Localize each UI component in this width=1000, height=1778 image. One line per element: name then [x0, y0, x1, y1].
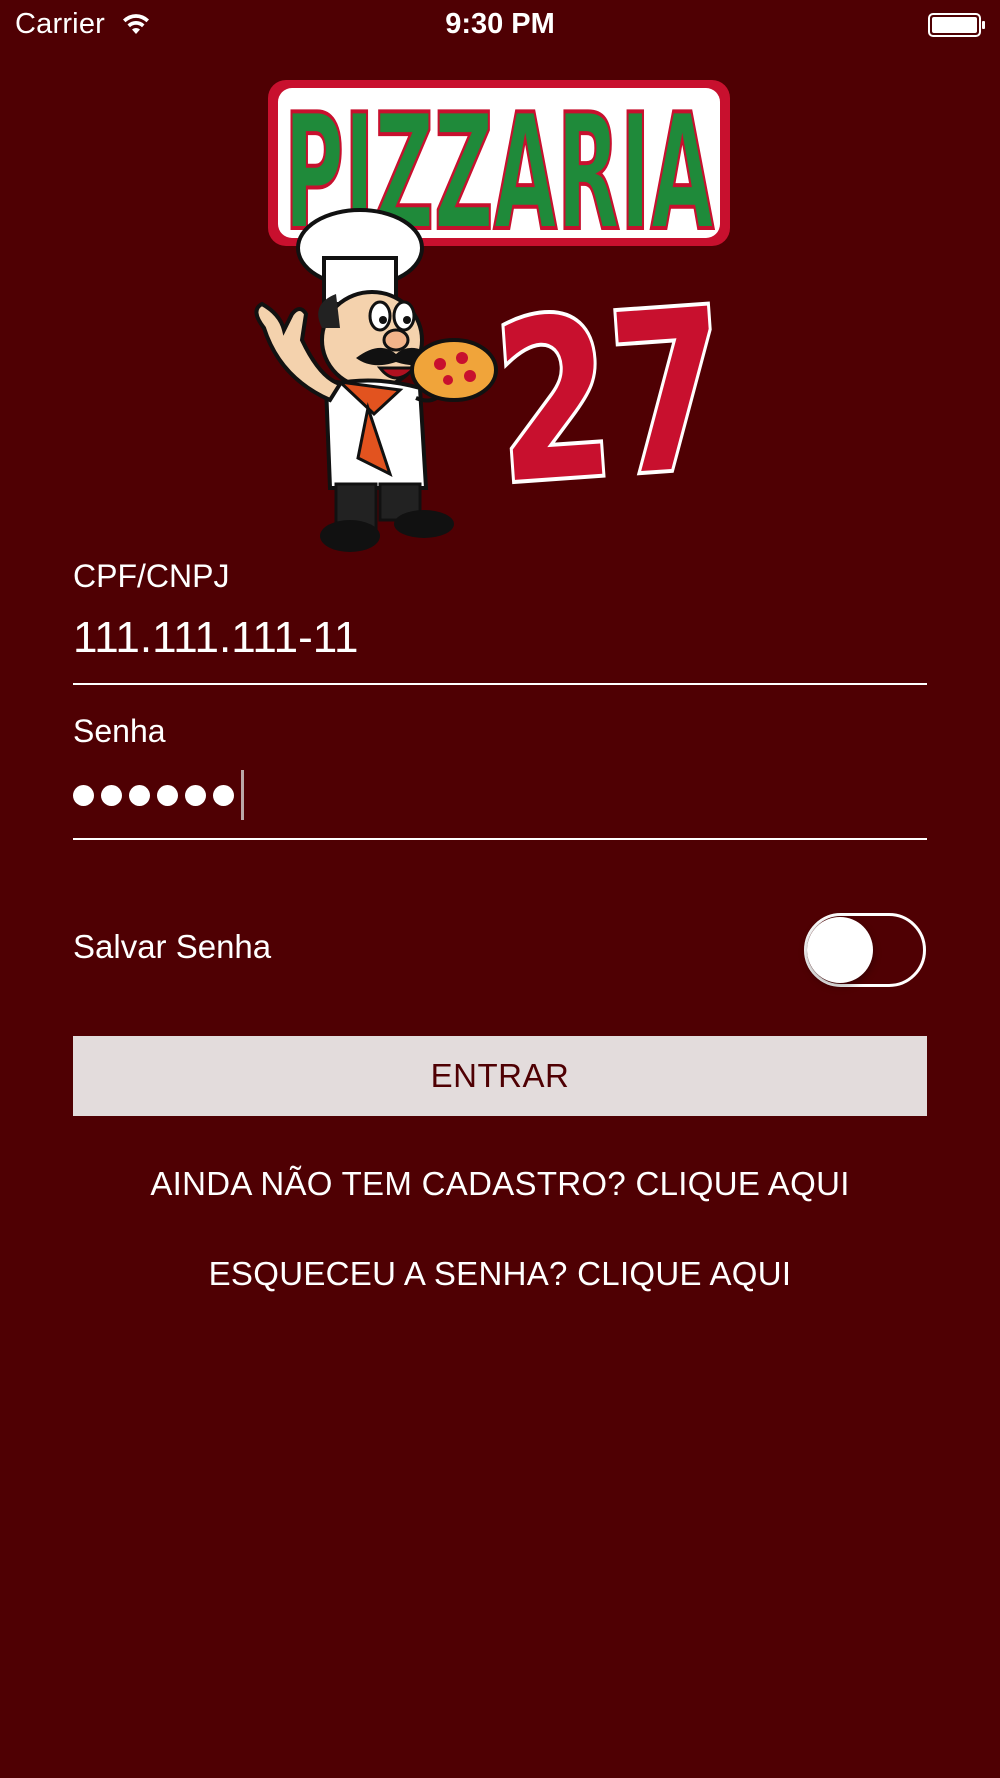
status-bar: Carrier 9:30 PM	[0, 0, 1000, 50]
password-label: Senha	[73, 713, 166, 749]
register-link[interactable]: AINDA NÃO TEM CADASTRO? CLIQUE AQUI	[0, 1165, 1000, 1203]
save-password-toggle[interactable]	[804, 913, 926, 987]
battery-icon	[928, 13, 985, 37]
password-dot	[213, 784, 234, 806]
enter-button[interactable]: ENTRAR	[73, 1036, 927, 1116]
password-dot	[157, 784, 178, 806]
password-dot	[185, 784, 206, 806]
password-dot	[73, 784, 94, 806]
cpf-cnpj-underline	[73, 683, 927, 685]
password-input[interactable]	[73, 765, 244, 825]
forgot-password-link[interactable]: ESQUECEU A SENHA? CLIQUE AQUI	[0, 1255, 1000, 1293]
save-password-label: Salvar Senha	[73, 928, 272, 965]
password-dot	[101, 784, 122, 806]
toggle-knob	[807, 917, 873, 983]
cpf-cnpj-label: CPF/CNPJ	[73, 558, 230, 594]
cpf-cnpj-input[interactable]	[73, 608, 927, 668]
password-dot	[129, 784, 150, 806]
password-underline	[73, 838, 927, 840]
text-caret	[241, 770, 244, 820]
logo-number-27: 27	[484, 257, 739, 536]
login-screen: Carrier 9:30 PM PIZZARIA 27 CPF/CNPJ 111…	[0, 0, 1000, 1778]
clock: 9:30 PM	[445, 8, 555, 40]
pizzaria-27-logo: PIZZARIA 27	[254, 78, 739, 552]
logo-text-27: 27	[488, 261, 735, 532]
